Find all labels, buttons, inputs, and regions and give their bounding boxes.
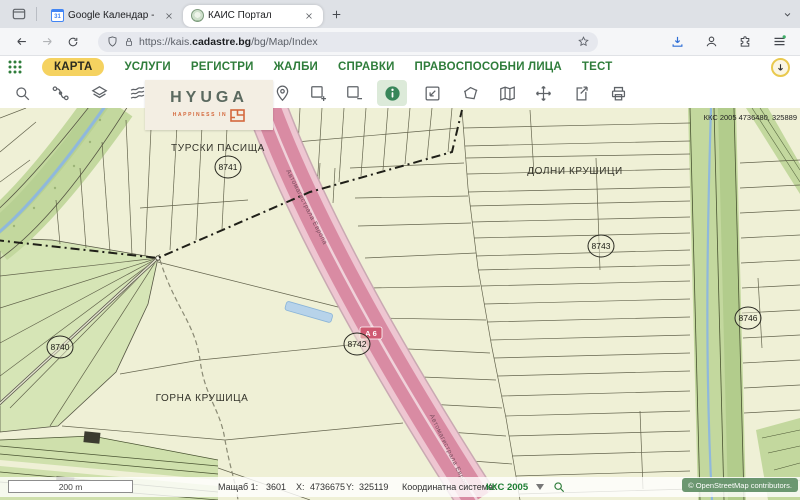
scale-bar: 200 m <box>8 480 133 493</box>
shield-icon <box>108 36 117 47</box>
scale-label: Мащаб 1: <box>218 482 259 492</box>
firefox-view-icon[interactable] <box>6 3 32 25</box>
svg-text:8740: 8740 <box>51 342 70 352</box>
tab-kais-portal[interactable]: КАИС Портал <box>183 4 323 27</box>
tab-title: Google Календар - Седмицата <box>68 10 157 21</box>
region-label-turski-pasishta: ТУРСКИ ПАСИЩА <box>171 143 265 154</box>
house-plan-icon <box>230 108 246 122</box>
cursor-coordinate-readout: ККС 2005 4736480, 325889 <box>704 113 797 122</box>
kais-menu-bar: КАРТА УСЛУГИ РЕГИСТРИ ЖАЛБИ СПРАВКИ ПРАВ… <box>0 56 800 78</box>
scale-bar-label: 200 m <box>58 481 83 492</box>
parcel-number-8740[interactable]: 8740 <box>46 335 74 359</box>
menu-item-registri[interactable]: РЕГИСТРИ <box>191 61 254 73</box>
toolbar-map-sheets-icon[interactable] <box>492 80 522 106</box>
x-value: 4736675 <box>310 482 346 492</box>
menu-item-karta[interactable]: КАРТА <box>42 58 105 76</box>
ad-brand: HYUGA <box>170 88 248 106</box>
parcel-number-8743[interactable]: 8743 <box>587 234 615 258</box>
menu-item-spravki[interactable]: СПРАВКИ <box>338 61 395 73</box>
menu-item-uslugi[interactable]: УСЛУГИ <box>124 61 170 73</box>
toolbar-info-icon[interactable] <box>377 80 407 106</box>
forward-icon[interactable] <box>34 31 60 53</box>
menu-item-pravosposobni-litsa[interactable]: ПРАВОСПОСОБНИ ЛИЦА <box>415 61 562 73</box>
svg-text:8746: 8746 <box>739 313 758 323</box>
svg-text:8741: 8741 <box>219 162 238 172</box>
browser-window: 31 Google Календар - Седмицата КАИС Порт… <box>0 0 800 500</box>
map-canvas[interactable]: Автомагистрала Европа Автомагистрала Евр… <box>0 108 800 500</box>
toolbar-previous-extent-icon[interactable] <box>417 80 447 106</box>
y-value: 325119 <box>359 482 389 492</box>
tab-title: КАИС Портал <box>208 10 272 21</box>
account-icon[interactable] <box>698 31 724 53</box>
tab-strip: 31 Google Календар - Седмицата КАИС Порт… <box>0 0 800 28</box>
list-tabs-icon[interactable] <box>774 3 800 25</box>
toolbar-export-icon[interactable] <box>566 80 596 106</box>
parcel-number-8741[interactable]: 8741 <box>214 155 242 179</box>
close-tab-icon[interactable] <box>161 8 177 24</box>
collapse-menu-button[interactable] <box>771 58 790 77</box>
parcel-number-8746[interactable]: 8746 <box>734 306 762 330</box>
google-calendar-favicon: 31 <box>51 9 64 22</box>
toolbar-zoom-out-box-icon[interactable] <box>339 80 369 106</box>
menu-icon[interactable] <box>766 31 792 53</box>
divider <box>36 7 37 21</box>
svg-text:8743: 8743 <box>592 241 611 251</box>
url-text: https://kais.cadastre.bg/bg/Map/Index <box>139 35 318 48</box>
apps-grid-icon[interactable] <box>8 60 22 74</box>
y-label: Y: <box>346 482 355 492</box>
toolbar-route-icon[interactable] <box>45 80 75 106</box>
toolbar-search-icon[interactable] <box>7 80 37 106</box>
toolbar-layers-icon[interactable] <box>84 80 114 106</box>
reload-icon[interactable] <box>60 31 86 53</box>
coordinate-search-icon[interactable] <box>552 480 566 494</box>
x-label: X: <box>296 482 305 492</box>
region-label-dolni-krushitsi: ДОЛНИ КРУШИЦИ <box>527 166 623 177</box>
toolbar-print-icon[interactable] <box>603 80 633 106</box>
map-status-bar: 200 m Мащаб 1: 3601 X: 4736675 Y: 325119… <box>0 477 800 497</box>
toolbar-polygon-select-icon[interactable] <box>455 80 485 106</box>
parcel-number-8742[interactable]: 8742 <box>343 332 371 356</box>
bookmark-star-icon[interactable] <box>577 35 590 48</box>
new-tab-button[interactable] <box>323 3 349 25</box>
extensions-icon[interactable] <box>732 31 758 53</box>
svg-text:8742: 8742 <box>348 339 367 349</box>
crs-dropdown[interactable]: ККС 2005 <box>486 482 528 493</box>
back-icon[interactable] <box>8 31 34 53</box>
hyuga-ad-banner[interactable]: HYUGA HAPPINESS IN <box>145 80 273 130</box>
crs-caret-icon[interactable] <box>536 484 544 490</box>
osm-attribution[interactable]: © OpenStreetMap contributors. <box>682 478 798 492</box>
menu-item-test[interactable]: ТЕСТ <box>582 61 613 73</box>
url-bar[interactable]: https://kais.cadastre.bg/bg/Map/Index <box>98 31 598 52</box>
toolbar-pan-icon[interactable] <box>528 80 558 106</box>
kais-favicon <box>191 9 204 22</box>
menu-item-zhalbi[interactable]: ЖАЛБИ <box>274 61 318 73</box>
lock-icon <box>126 37 132 46</box>
downloads-icon[interactable] <box>664 31 690 53</box>
crs-label: Координатна система: <box>402 482 496 492</box>
toolbar-zoom-in-box-icon[interactable] <box>303 80 333 106</box>
close-tab-icon[interactable] <box>301 8 317 24</box>
building-footprint <box>83 431 101 444</box>
browser-navbar: https://kais.cadastre.bg/bg/Map/Index <box>0 28 800 56</box>
map-toolbar <box>0 78 800 108</box>
tab-google-calendar[interactable]: 31 Google Календар - Седмицата <box>43 4 183 28</box>
ad-tagline: HAPPINESS IN <box>172 112 228 118</box>
region-label-gorna-krushitsa: ГОРНА КРУШИЦА <box>156 393 249 404</box>
scale-value: 3601 <box>266 482 287 492</box>
map-viewport: Автомагистрала Европа Автомагистрала Евр… <box>0 108 800 500</box>
